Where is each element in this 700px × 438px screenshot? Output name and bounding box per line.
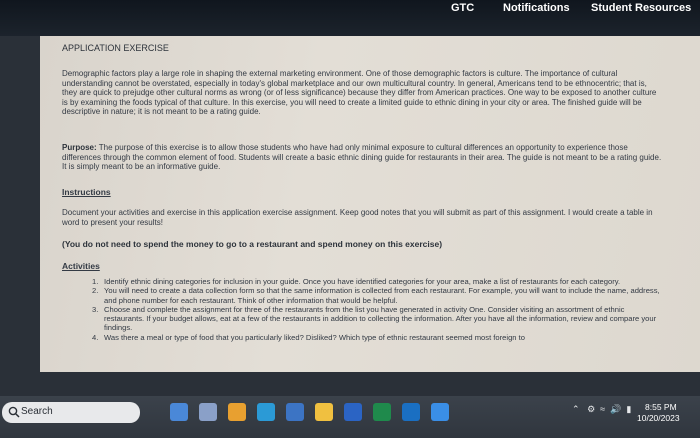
file-explorer-icon[interactable] [170, 403, 188, 421]
instructions-paragraph: Document your activities and exercise in… [62, 208, 653, 227]
purpose-label: Purpose: [62, 143, 97, 152]
outlook-icon[interactable] [402, 403, 420, 421]
activities-heading: Activities [62, 261, 100, 271]
store-icon[interactable] [286, 403, 304, 421]
nav-gtc-link[interactable]: GTC [451, 2, 474, 14]
activity-item: 2. You will need to create a data collect… [92, 286, 666, 305]
taskbar-search-box[interactable]: Search [2, 402, 140, 423]
windows-taskbar: Search ⌃ ⚙ ≈ 🔊 ▮ 8:55 PM 10/20/2023 [0, 396, 700, 438]
nav-student-resources-link[interactable]: Student Resources [591, 2, 691, 14]
activities-list: 1. Identify ethnic dining categories for … [92, 277, 666, 342]
document-title: APPLICATION EXERCISE [62, 43, 169, 53]
excel-icon[interactable] [373, 403, 391, 421]
activity-text: Choose and complete the assignment for t… [104, 304, 657, 333]
activity-number: 2. [92, 286, 99, 296]
settings-icon[interactable]: ⚙ [587, 404, 595, 414]
wifi-icon[interactable]: ≈ [600, 404, 605, 414]
clock-date[interactable]: 10/20/2023 [637, 413, 680, 423]
system-tray[interactable]: ⌃ ⚙ ≈ 🔊 ▮ [572, 404, 631, 415]
mail-icon[interactable] [431, 403, 449, 421]
app-icon[interactable] [228, 403, 246, 421]
cost-note: (You do not need to spend the money to g… [62, 239, 443, 249]
activity-number: 4. [92, 332, 99, 342]
instructions-heading: Instructions [62, 187, 111, 197]
chat-icon[interactable] [199, 403, 217, 421]
activity-item: 3. Choose and complete the assignment for… [92, 304, 666, 333]
intro-paragraph: Demographic factors play a large role in… [62, 69, 657, 117]
search-label: Search [21, 406, 53, 417]
battery-icon[interactable]: ▮ [626, 404, 631, 414]
activity-number: 3. [92, 304, 99, 314]
top-navigation-bar: GTC Notifications Student Resources [0, 0, 700, 36]
clock-time[interactable]: 8:55 PM [645, 402, 677, 412]
edge-icon[interactable] [257, 403, 275, 421]
activity-item: 1. Identify ethnic dining categories for … [92, 277, 666, 286]
nav-notifications-link[interactable]: Notifications [503, 2, 570, 14]
assignment-document: APPLICATION EXERCISE Demographic factors… [40, 36, 700, 372]
search-icon [8, 406, 20, 418]
activity-text: Was there a meal or type of food that yo… [104, 332, 525, 342]
activity-text: You will need to create a data collectio… [104, 286, 660, 305]
purpose-text: The purpose of this exercise is to allow… [62, 143, 662, 172]
purpose-paragraph: Purpose: The purpose of this exercise is… [62, 143, 662, 172]
activity-text: Identify ethnic dining categories for in… [104, 277, 621, 286]
activity-item: 4. Was there a meal or type of food that … [92, 332, 666, 342]
word-icon[interactable] [344, 403, 362, 421]
volume-icon[interactable]: 🔊 [610, 404, 621, 414]
folder-icon[interactable] [315, 403, 333, 421]
activity-number: 1. [92, 277, 99, 286]
chevron-up-icon[interactable]: ⌃ [572, 404, 580, 414]
